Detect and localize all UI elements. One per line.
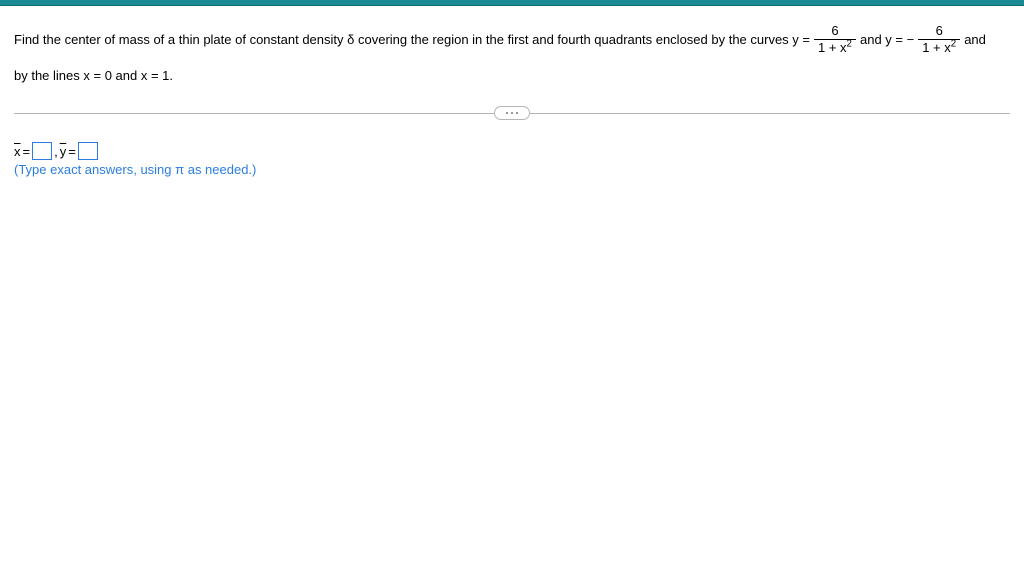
divider: [14, 113, 1010, 114]
question-content: Find the center of mass of a thin plate …: [0, 6, 1024, 177]
ybar-input[interactable]: [78, 142, 98, 160]
expand-button[interactable]: [494, 106, 530, 120]
frac2-den-pre: 1 + x: [922, 40, 951, 55]
frac2-den: 1 + x2: [918, 41, 960, 55]
equals-1: =: [23, 144, 31, 159]
frac1-den-pre: 1 + x: [818, 40, 847, 55]
question-part2: by the lines x = 0 and x = 1.: [14, 68, 173, 83]
frac1-den-sup: 2: [847, 39, 852, 50]
equals-2: =: [68, 144, 76, 159]
question-text: Find the center of mass of a thin plate …: [14, 24, 1010, 85]
frac1-den: 1 + x2: [814, 41, 856, 55]
ellipsis-icon: [506, 112, 518, 114]
question-part1: Find the center of mass of a thin plate …: [14, 30, 810, 50]
frac2-num: 6: [930, 24, 949, 38]
xbar-label: x: [14, 144, 21, 159]
fraction-2: 6 1 + x2: [918, 24, 960, 56]
fraction-1: 6 1 + x2: [814, 24, 856, 56]
ybar-label: y: [60, 144, 67, 159]
comma: ,: [54, 144, 58, 159]
frac1-num: 6: [825, 24, 844, 38]
question-mid1: and y = −: [860, 30, 914, 50]
frac2-den-sup: 2: [951, 39, 956, 50]
answer-hint: (Type exact answers, using π as needed.): [14, 162, 1010, 177]
answer-area: x = , y = (Type exact answers, using π a…: [14, 142, 1010, 177]
answer-line: x = , y =: [14, 142, 1010, 160]
question-tail: and: [964, 30, 986, 50]
xbar-input[interactable]: [32, 142, 52, 160]
